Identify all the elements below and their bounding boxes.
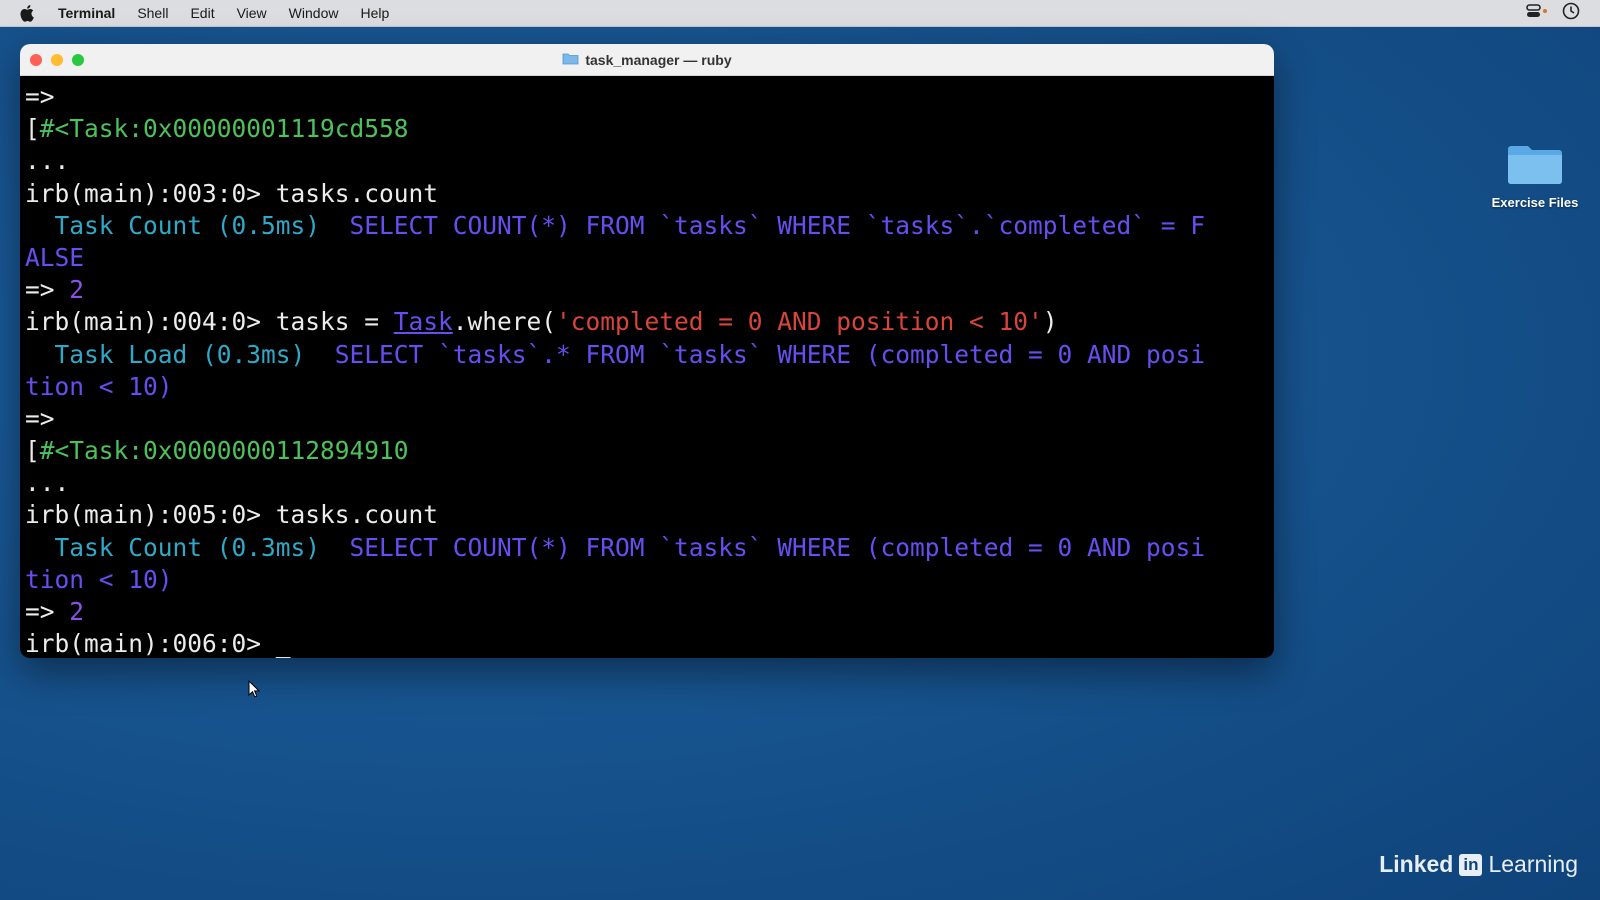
terminal-text: [: [25, 114, 40, 144]
menu-view[interactable]: View: [237, 5, 267, 21]
terminal-text: =>: [25, 597, 70, 626]
terminal-text: irb(main):004:0> tasks =: [25, 307, 394, 337]
desktop-folder-label: Exercise Files: [1491, 195, 1579, 210]
minimize-button[interactable]: [51, 54, 63, 66]
terminal-output[interactable]: => [#<Task:0x00000001119cd558... irb(main)…: [20, 76, 1274, 658]
brand-learning: Learning: [1488, 851, 1578, 877]
terminal-text: Task Count (0.3ms): [25, 532, 350, 562]
terminal-line: Task Count (0.5ms) SELECT COUNT(*) FROM …: [25, 210, 1274, 242]
zoom-button[interactable]: [72, 54, 84, 66]
menu-help[interactable]: Help: [360, 5, 389, 21]
terminal-line: irb(main):004:0> tasks = Task.where('com…: [25, 306, 1274, 338]
menu-app-terminal[interactable]: Terminal: [58, 5, 115, 21]
terminal-line: [#<Task:0x0000000112894910: [25, 435, 1274, 467]
terminal-text: #<Task:0x00000001119cd558: [39, 114, 409, 144]
terminal-line: => 2: [25, 274, 1274, 306]
terminal-text: ): [1042, 307, 1058, 337]
terminal-text: ...: [25, 146, 70, 176]
terminal-line: irb(main):006:0> _: [25, 628, 1274, 658]
window-title: task_manager — ruby: [562, 51, 732, 68]
terminal-text: Task Load (0.3ms): [25, 339, 335, 369]
apple-icon[interactable]: [20, 4, 40, 22]
terminal-text: ...: [25, 468, 70, 498]
terminal-line: Task Load (0.3ms) SELECT `tasks`.* FROM …: [25, 339, 1274, 371]
terminal-line: irb(main):003:0> tasks.count: [25, 178, 1274, 210]
terminal-text: tion < 10): [25, 564, 173, 594]
menu-edit[interactable]: Edit: [190, 5, 214, 21]
folder-icon: [562, 52, 579, 68]
terminal-line: tion < 10): [25, 564, 1274, 596]
menu-window[interactable]: Window: [289, 5, 339, 21]
terminal-text: .where(: [452, 307, 557, 337]
status-area: [1526, 0, 1580, 26]
terminal-text: Task: [393, 307, 453, 337]
terminal-text: 2: [69, 275, 85, 305]
terminal-text: =>: [25, 82, 55, 111]
terminal-text: [: [25, 436, 40, 466]
terminal-text: tion < 10): [25, 371, 173, 401]
terminal-text: irb(main):005:0> tasks.count: [25, 500, 439, 530]
terminal-text: irb(main):006:0>: [25, 629, 276, 658]
terminal-line: [#<Task:0x00000001119cd558: [25, 113, 1274, 145]
terminal-text: =>: [25, 403, 55, 433]
close-button[interactable]: [30, 54, 42, 66]
control-center-icon[interactable]: [1526, 3, 1548, 24]
terminal-line: =>: [25, 81, 1274, 113]
brand-in-badge: in: [1459, 853, 1483, 876]
terminal-text: SELECT `tasks`.* FROM `tasks` WHERE (com…: [334, 339, 1206, 369]
folder-icon: [1507, 146, 1563, 190]
terminal-window: task_manager — ruby => [#<Task:0x00000001…: [20, 44, 1274, 658]
window-titlebar[interactable]: task_manager — ruby: [20, 44, 1274, 76]
terminal-text: SELECT COUNT(*) FROM `tasks` WHERE (comp…: [349, 532, 1206, 562]
terminal-cursor: _: [275, 629, 291, 658]
terminal-line: =>: [25, 403, 1274, 435]
terminal-line: irb(main):005:0> tasks.count: [25, 499, 1274, 531]
desktop-folder[interactable]: Exercise Files: [1470, 140, 1600, 210]
terminal-line: ...: [25, 467, 1274, 499]
terminal-text: 'completed = 0 AND position < 10': [556, 307, 1043, 337]
terminal-line: ALSE: [25, 242, 1274, 274]
terminal-text: SELECT COUNT(*) FROM `tasks` WHERE `task…: [349, 210, 1206, 240]
linkedin-learning-watermark: Linked in Learning: [1379, 851, 1578, 878]
terminal-line: => 2: [25, 596, 1274, 628]
clock-icon[interactable]: [1562, 2, 1580, 25]
terminal-text: 2: [69, 597, 85, 626]
terminal-text: irb(main):003:0> tasks.count: [25, 178, 439, 208]
menu-shell[interactable]: Shell: [137, 5, 168, 21]
brand-linked: Linked: [1379, 851, 1454, 877]
terminal-text: #<Task:0x0000000112894910: [39, 436, 409, 466]
window-title-text: task_manager — ruby: [585, 51, 732, 68]
terminal-line: tion < 10): [25, 371, 1274, 403]
terminal-line: Task Count (0.3ms) SELECT COUNT(*) FROM …: [25, 532, 1274, 564]
terminal-text: ALSE: [25, 242, 85, 272]
terminal-line: ...: [25, 145, 1274, 177]
mouse-pointer-icon: [248, 679, 261, 703]
menu-bar: Terminal Shell Edit View Window Help: [0, 0, 1600, 27]
terminal-text: Task Count (0.5ms): [25, 210, 350, 240]
terminal-text: =>: [25, 275, 70, 305]
